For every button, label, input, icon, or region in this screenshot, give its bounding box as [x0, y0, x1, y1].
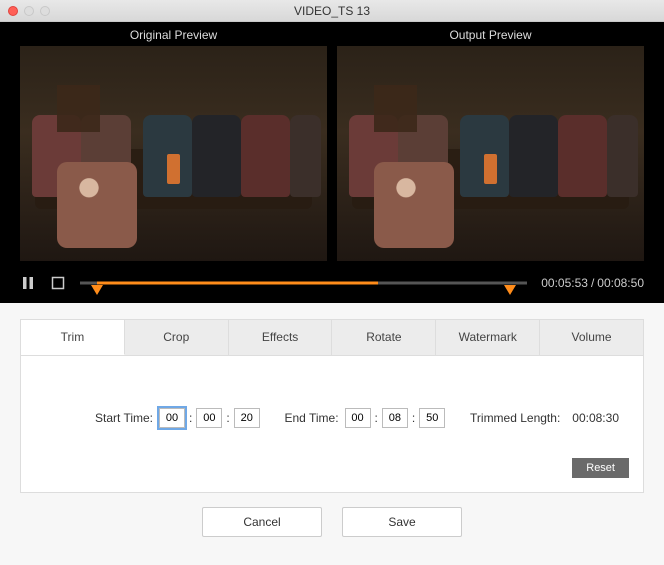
tab-trim[interactable]: Trim [21, 320, 125, 355]
editor-panel: TrimCropEffectsRotateWatermarkVolume Sta… [0, 303, 664, 565]
end-mm-input[interactable] [382, 408, 408, 428]
video-frame-original [20, 46, 327, 261]
tab-effects[interactable]: Effects [229, 320, 333, 355]
pause-button[interactable] [20, 275, 36, 291]
dialog-footer: Cancel Save [20, 493, 644, 551]
preview-area: Original Preview Output Preview [0, 22, 664, 303]
close-window-button[interactable] [8, 6, 18, 16]
tab-rotate[interactable]: Rotate [332, 320, 436, 355]
end-ss-input[interactable] [419, 408, 445, 428]
stop-icon [50, 275, 66, 291]
video-frame-output [337, 46, 644, 261]
trim-settings-row: Start Time: : : End Time: : : [45, 408, 619, 428]
end-hh-input[interactable] [345, 408, 371, 428]
trim-panel: Start Time: : : End Time: : : [20, 356, 644, 493]
reset-button[interactable]: Reset [572, 458, 629, 478]
end-time-group: End Time: : : [285, 408, 446, 428]
start-time-label: Start Time: [95, 411, 153, 425]
start-time-group: Start Time: : : [95, 408, 260, 428]
trimmed-length-value: 00:08:30 [572, 411, 619, 425]
trim-end-handle[interactable] [504, 285, 516, 295]
trim-start-handle[interactable] [91, 285, 103, 295]
minimize-window-button[interactable] [24, 6, 34, 16]
tab-watermark[interactable]: Watermark [436, 320, 540, 355]
playback-timecode: 00:05:53/00:08:50 [541, 276, 644, 290]
tab-volume[interactable]: Volume [540, 320, 643, 355]
titlebar: VIDEO_TS 13 [0, 0, 664, 22]
current-time: 00:05:53 [541, 276, 588, 290]
trimmed-length-group: Trimmed Length: 00:08:30 [470, 411, 619, 425]
output-preview-label: Output Preview [337, 22, 644, 46]
start-mm-input[interactable] [196, 408, 222, 428]
tab-crop[interactable]: Crop [125, 320, 229, 355]
start-hh-input[interactable] [159, 408, 185, 428]
maximize-window-button[interactable] [40, 6, 50, 16]
playback-controls: 00:05:53/00:08:50 [20, 261, 644, 293]
stop-button[interactable] [50, 275, 66, 291]
window-controls [8, 6, 50, 16]
save-button[interactable]: Save [342, 507, 462, 537]
tab-bar: TrimCropEffectsRotateWatermarkVolume [20, 319, 644, 356]
total-time: 00:08:50 [597, 276, 644, 290]
output-preview-viewport [337, 46, 644, 261]
trimmed-length-label: Trimmed Length: [470, 411, 560, 425]
window-title: VIDEO_TS 13 [0, 4, 664, 18]
video-editor-window: VIDEO_TS 13 Original Preview Output Prev… [0, 0, 664, 565]
trim-slider[interactable] [80, 273, 527, 293]
original-preview-label: Original Preview [20, 22, 327, 46]
pause-icon [20, 275, 36, 291]
original-preview-viewport [20, 46, 327, 261]
start-ss-input[interactable] [234, 408, 260, 428]
end-time-label: End Time: [285, 411, 339, 425]
cancel-button[interactable]: Cancel [202, 507, 322, 537]
